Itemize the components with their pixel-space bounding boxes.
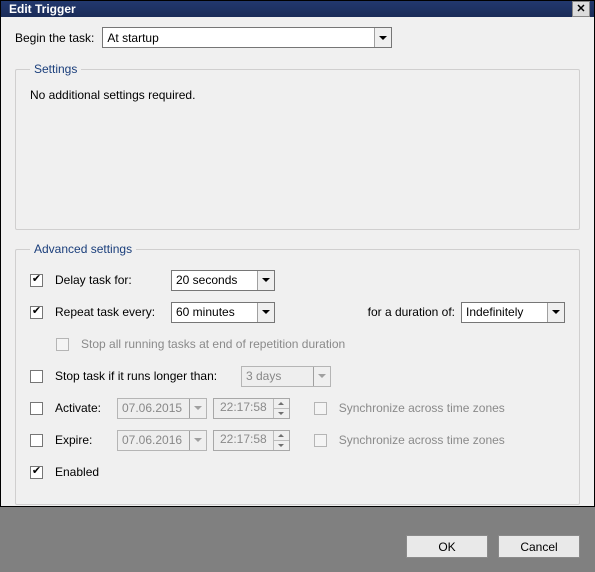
- duration-combo[interactable]: Indefinitely: [461, 302, 565, 323]
- expire-row: Expire: 07.06.2016 22:17:58 Synchronize …: [30, 428, 565, 452]
- advanced-legend: Advanced settings: [30, 242, 136, 256]
- expire-date: 07.06.2016: [118, 432, 189, 448]
- spin-down-icon: [274, 441, 289, 450]
- spin-up-icon: [274, 431, 289, 441]
- duration-label: for a duration of:: [368, 305, 455, 319]
- settings-legend: Settings: [30, 62, 81, 76]
- cancel-label: Cancel: [520, 540, 557, 554]
- activate-time: 22:17:58: [214, 399, 273, 418]
- delay-value: 20 seconds: [172, 272, 257, 288]
- repeat-label: Repeat task every:: [55, 305, 165, 319]
- begin-task-row: Begin the task: At startup: [15, 27, 580, 48]
- duration-value: Indefinitely: [462, 304, 547, 320]
- chevron-down-icon: [189, 399, 206, 418]
- stop-longer-label: Stop task if it runs longer than:: [55, 369, 235, 383]
- expire-date-combo: 07.06.2016: [117, 430, 207, 451]
- cancel-button[interactable]: Cancel: [498, 535, 580, 558]
- expire-time-spinner: 22:17:58: [213, 430, 290, 451]
- chevron-down-icon[interactable]: [547, 303, 564, 322]
- settings-message: No additional settings required.: [30, 88, 565, 102]
- stop-all-row: Stop all running tasks at end of repetit…: [56, 332, 565, 356]
- advanced-settings-group: Advanced settings Delay task for: 20 sec…: [15, 242, 580, 505]
- activate-time-spinner: 22:17:58: [213, 398, 290, 419]
- enabled-label: Enabled: [55, 465, 99, 479]
- activate-row: Activate: 07.06.2015 22:17:58 Synchroniz…: [30, 396, 565, 420]
- chevron-down-icon[interactable]: [374, 28, 391, 47]
- activate-checkbox[interactable]: [30, 402, 43, 415]
- repeat-checkbox[interactable]: [30, 306, 43, 319]
- enabled-checkbox[interactable]: [30, 466, 43, 479]
- expire-sync-label: Synchronize across time zones: [339, 433, 505, 447]
- delay-row: Delay task for: 20 seconds: [30, 268, 565, 292]
- titlebar: Edit Trigger ✕: [1, 1, 594, 17]
- spin-down-icon: [274, 409, 289, 418]
- chevron-down-icon: [189, 431, 206, 450]
- chevron-down-icon[interactable]: [257, 271, 274, 290]
- activate-date-combo: 07.06.2015: [117, 398, 207, 419]
- stop-longer-value: 3 days: [242, 368, 313, 384]
- expire-label: Expire:: [55, 433, 111, 447]
- dialog-footer: OK Cancel: [1, 525, 594, 572]
- activate-date: 07.06.2015: [118, 400, 189, 416]
- repeat-row: Repeat task every: 60 minutes for a dura…: [30, 300, 565, 324]
- expire-checkbox[interactable]: [30, 434, 43, 447]
- settings-group: Settings No additional settings required…: [15, 62, 580, 230]
- content-area: Begin the task: At startup Settings No a…: [1, 17, 594, 525]
- delay-label: Delay task for:: [55, 273, 165, 287]
- ok-label: OK: [438, 540, 455, 554]
- chevron-down-icon: [313, 367, 330, 386]
- close-button[interactable]: ✕: [572, 1, 590, 17]
- ok-button[interactable]: OK: [406, 535, 488, 558]
- begin-task-combo[interactable]: At startup: [102, 27, 392, 48]
- expire-time: 22:17:58: [214, 431, 273, 450]
- delay-combo[interactable]: 20 seconds: [171, 270, 275, 291]
- stop-longer-row: Stop task if it runs longer than: 3 days: [30, 364, 565, 388]
- stop-longer-checkbox[interactable]: [30, 370, 43, 383]
- enabled-row: Enabled: [30, 460, 565, 484]
- stop-all-checkbox: [56, 338, 69, 351]
- begin-task-value: At startup: [103, 30, 374, 46]
- chevron-down-icon[interactable]: [257, 303, 274, 322]
- stop-all-label: Stop all running tasks at end of repetit…: [81, 337, 345, 351]
- activate-sync-label: Synchronize across time zones: [339, 401, 505, 415]
- begin-task-label: Begin the task:: [15, 31, 94, 45]
- activate-label: Activate:: [55, 401, 111, 415]
- expire-sync-checkbox: [314, 434, 327, 447]
- stop-longer-combo: 3 days: [241, 366, 331, 387]
- repeat-combo[interactable]: 60 minutes: [171, 302, 275, 323]
- repeat-value: 60 minutes: [172, 304, 257, 320]
- activate-sync-checkbox: [314, 402, 327, 415]
- delay-checkbox[interactable]: [30, 274, 43, 287]
- spin-up-icon: [274, 399, 289, 409]
- dialog-window: Edit Trigger ✕ Begin the task: At startu…: [0, 0, 595, 507]
- window-title: Edit Trigger: [9, 2, 572, 16]
